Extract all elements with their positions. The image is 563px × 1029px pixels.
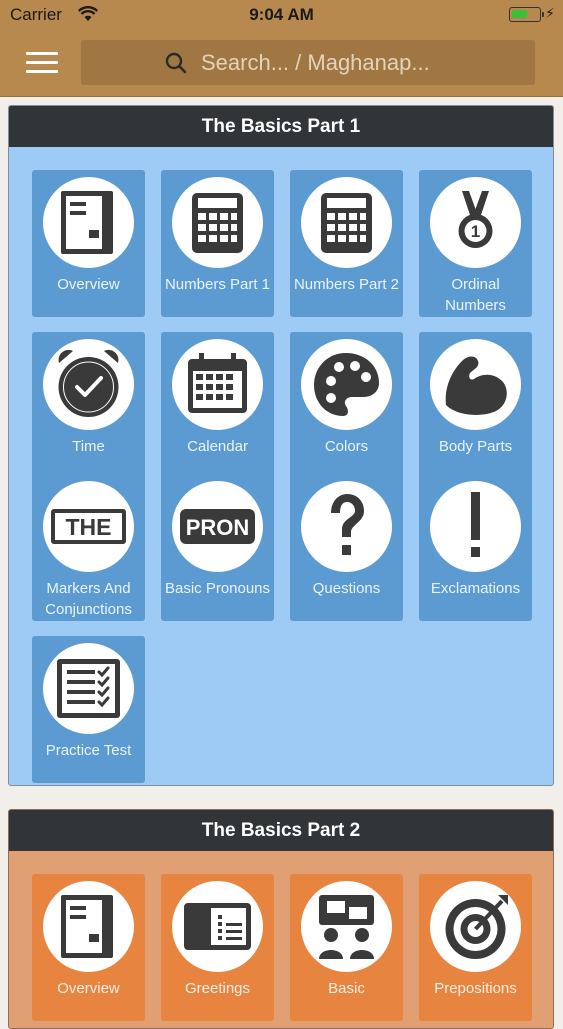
clock-time: 9:04 AM	[249, 5, 314, 24]
tile-label: Basic Pronouns	[164, 580, 271, 597]
book-icon	[43, 881, 134, 972]
tile-label: Time	[72, 438, 105, 455]
tile-overview[interactable]: Overview	[32, 874, 145, 1021]
tile-label: Practice Test	[45, 742, 132, 759]
exclamation-mark-icon	[430, 481, 521, 572]
calculator-icon	[172, 177, 263, 268]
tile-label: Ordinal Numbers	[445, 276, 506, 314]
tile-overview[interactable]: Overview	[32, 170, 145, 317]
tile-ordinal-numbers[interactable]: 1 Ordinal Numbers	[419, 170, 532, 317]
nav-bar	[0, 30, 563, 97]
tile-numbers-part-1[interactable]: Numbers Part 1	[161, 170, 274, 317]
tile-markers-and-conjunctions[interactable]: THE Markers And Conjunctions	[32, 474, 145, 621]
section-basics-part-1: The Basics Part 1 Overview Numbers Part …	[8, 105, 554, 786]
tile-colors[interactable]: Colors	[290, 332, 403, 479]
tile-label: Greetings	[184, 980, 251, 997]
chat-people-icon	[301, 881, 392, 972]
target-icon	[430, 881, 521, 972]
tile-label: Overview	[57, 980, 120, 997]
checklist-icon	[43, 643, 134, 734]
tile-label: Basic	[328, 980, 365, 997]
battery-icon	[509, 7, 544, 22]
tile-label: Overview	[57, 276, 120, 293]
tile-numbers-part-2[interactable]: Numbers Part 2	[290, 170, 403, 317]
palette-icon	[301, 339, 392, 430]
svg-text:PRON: PRON	[186, 515, 250, 540]
tile-label: Markers And Conjunctions	[45, 580, 132, 618]
question-mark-icon	[301, 481, 392, 572]
tile-label: Numbers Part 1	[164, 276, 271, 293]
tile-body-parts[interactable]: Body Parts	[419, 332, 532, 479]
tile-basic[interactable]: Basic	[290, 874, 403, 1021]
tile-greetings[interactable]: Greetings	[161, 874, 274, 1021]
section-basics-part-2: The Basics Part 2 Overview Greetings Bas…	[8, 809, 554, 1029]
svg-text:THE: THE	[66, 514, 112, 540]
svg-text:1: 1	[471, 222, 480, 241]
tile-questions[interactable]: Questions	[290, 474, 403, 621]
status-bar: Carrier 9:04 AM ⚡	[0, 0, 563, 30]
postcard-icon	[172, 881, 263, 972]
search-bar[interactable]	[81, 40, 535, 85]
tile-prepositions[interactable]: Prepositions	[419, 874, 532, 1021]
section-title: The Basics Part 2	[9, 810, 553, 851]
charging-bolt-icon: ⚡	[545, 5, 555, 21]
tile-calendar[interactable]: Calendar	[161, 332, 274, 479]
the-sign-icon: THE	[43, 481, 134, 572]
tile-practice-test[interactable]: Practice Test	[32, 636, 145, 783]
tile-time[interactable]: Time	[32, 332, 145, 479]
tile-exclamations[interactable]: Exclamations	[419, 474, 532, 621]
flexed-arm-icon	[430, 339, 521, 430]
book-icon	[43, 177, 134, 268]
tile-label: Questions	[312, 580, 381, 597]
hamburger-menu-button[interactable]	[26, 52, 58, 74]
medal-icon: 1	[430, 177, 521, 268]
search-input[interactable]	[199, 48, 523, 78]
tile-label: Body Parts	[438, 438, 513, 455]
tile-label: Prepositions	[434, 980, 517, 997]
pron-sign-icon: PRON	[172, 481, 263, 572]
tile-label: Numbers Part 2	[293, 276, 400, 293]
tile-label: Exclamations	[430, 580, 521, 597]
calculator-icon	[301, 177, 392, 268]
tile-label: Colors	[324, 438, 369, 455]
tile-basic-pronouns[interactable]: PRON Basic Pronouns	[161, 474, 274, 621]
alarm-clock-icon	[43, 339, 134, 430]
tile-label: Calendar	[187, 438, 248, 455]
calendar-icon	[172, 339, 263, 430]
search-icon	[165, 52, 187, 79]
section-title: The Basics Part 1	[9, 106, 553, 147]
